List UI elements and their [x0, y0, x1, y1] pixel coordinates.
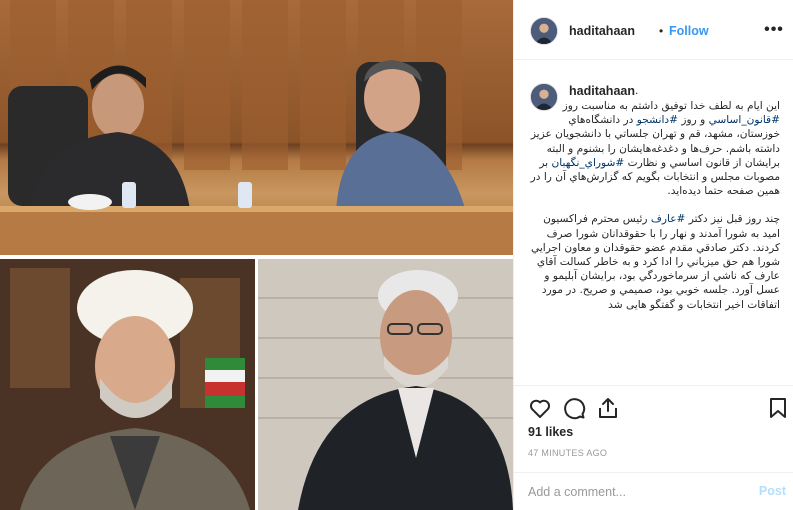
caption-text: این ایام به لطف خدا توفیق داشتم به مناسب…	[526, 99, 780, 326]
share-icon[interactable]	[596, 396, 620, 420]
likes-count[interactable]: 91 likes	[528, 425, 573, 439]
post-comment-button[interactable]: Post	[759, 484, 786, 498]
post-header: haditahaan • Follow •••	[514, 0, 793, 60]
comment-icon[interactable]	[562, 396, 586, 420]
hashtag-link[interactable]: #دانشجو	[637, 114, 678, 126]
caption-text-segment: چند روز قبل نيز دکتر	[688, 213, 780, 226]
photo-tile-aref	[258, 258, 513, 510]
caption-text-segment: رئيس محترم فراکسيون اميد به شورا آمدند و…	[530, 213, 780, 311]
post-details-panel: haditahaan • Follow ••• haditahaan . این…	[513, 0, 793, 510]
heart-icon[interactable]	[528, 396, 552, 420]
bookmark-icon[interactable]	[766, 396, 790, 420]
photo-divider	[255, 258, 258, 510]
follow-button[interactable]: Follow	[669, 24, 709, 38]
photo-tile-cleric	[0, 258, 255, 510]
more-options-icon[interactable]: •••	[762, 18, 786, 42]
comment-row: Post	[514, 472, 793, 510]
caption-area[interactable]: haditahaan . این ایام به لطف خدا توفیق د…	[514, 61, 793, 386]
photo-tile-meeting	[0, 0, 513, 258]
caption-text-segment: این ایام به لطف خدا توفیق داشتم به مناسب…	[562, 100, 780, 112]
post-actions	[514, 390, 793, 426]
comment-input[interactable]	[528, 483, 748, 501]
caption-username-link[interactable]: haditahaan	[569, 84, 635, 98]
caption-text-segment: و روز	[681, 114, 706, 127]
caption-paragraph: این ایام به لطف خدا توفیق داشتم به مناسب…	[526, 99, 780, 198]
post-photo[interactable]	[0, 0, 513, 510]
username-link[interactable]: haditahaan	[569, 24, 635, 38]
caption-dot: .	[635, 83, 639, 97]
hashtag-link[interactable]: #شوراي_نگهبان	[552, 157, 625, 169]
post-timestamp[interactable]: 47 MINUTES AGO	[528, 448, 607, 458]
hashtag-link[interactable]: #عارف	[651, 213, 686, 225]
caption-paragraph: چند روز قبل نيز دکتر #عارف رئيس محترم فر…	[526, 212, 780, 311]
avatar[interactable]	[530, 17, 558, 45]
separator-dot: •	[659, 24, 664, 38]
hashtag-link[interactable]: #قانون_اساسي	[709, 114, 780, 126]
